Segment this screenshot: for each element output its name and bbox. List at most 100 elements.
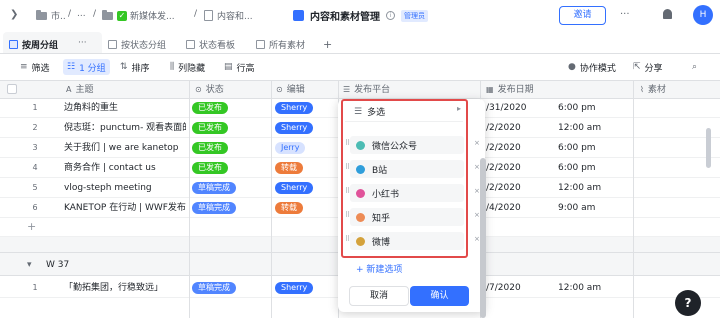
search-icon[interactable]: ⌕: [692, 59, 701, 75]
folder-icon: [102, 9, 113, 20]
time-cell[interactable]: 12:00 am: [558, 119, 601, 137]
editor-cell[interactable]: Sherry: [275, 179, 314, 197]
title-cell[interactable]: 倪志珽：punctum- 观看表面的同: [64, 119, 186, 137]
date-cell[interactable]: /31/2020: [486, 99, 526, 117]
column-header-platform[interactable]: ☰ 发布平台: [343, 81, 390, 99]
status-cell[interactable]: 已发布: [192, 159, 228, 177]
title-cell[interactable]: 商务合作 | contact us: [64, 159, 186, 177]
date-cell[interactable]: /7/2020: [486, 279, 521, 297]
column-header-date[interactable]: ▦ 发布日期: [486, 81, 534, 99]
new-option-button[interactable]: + 新建选项: [356, 262, 402, 275]
toolbar: ≡ 筛选 ☷ 1 分组 ⇅ 排序 ⫼ 列隐藏 ▤ 行高 ● 协作模式 ⇱ 分享 …: [0, 56, 720, 78]
editor-badge: Sherry: [275, 181, 314, 194]
breadcrumb-item[interactable]: ✓ 新媒体发...: [102, 9, 175, 22]
bell-icon[interactable]: [663, 9, 672, 19]
top-bar: ❯ 市.. / ... / ✓ 新媒体发... / 内容和... 内容和素材管理…: [0, 0, 720, 30]
remove-option-icon[interactable]: ×: [474, 211, 480, 219]
avatar[interactable]: H: [693, 5, 713, 25]
time-cell[interactable]: 6:00 pm: [558, 159, 596, 177]
editor-badge: Jerry: [275, 141, 306, 154]
group-button[interactable]: ☷ 1 分组: [63, 59, 110, 75]
time-cell[interactable]: 6:00 pm: [558, 139, 596, 157]
remove-option-icon[interactable]: ×: [474, 163, 480, 171]
hide-columns-icon: ⫼: [170, 62, 175, 72]
date-cell[interactable]: /2/2020: [486, 139, 521, 157]
select-all-checkbox[interactable]: [7, 84, 17, 94]
help-icon[interactable]: ?: [675, 290, 701, 316]
column-header-editor[interactable]: ⊙ 编辑: [276, 81, 305, 99]
share-icon: ⇱: [633, 62, 641, 72]
status-cell[interactable]: 已发布: [192, 99, 228, 117]
date-cell[interactable]: /2/2020: [486, 119, 521, 137]
title-cell[interactable]: 边角料的重生: [64, 99, 186, 117]
tab-weekly-group[interactable]: 按周分组: [9, 35, 58, 53]
calendar-icon: ▦: [486, 85, 494, 94]
editor-cell[interactable]: 转载: [275, 199, 303, 217]
kanban-icon: [186, 39, 195, 49]
editor-cell[interactable]: Sherry: [275, 99, 314, 117]
more-icon[interactable]: ···: [620, 9, 630, 20]
confirm-button[interactable]: 确认: [410, 286, 469, 306]
status-cell[interactable]: 草稿完成: [192, 199, 236, 217]
row-number: 5: [32, 183, 38, 192]
breadcrumb-item[interactable]: 内容和...: [204, 9, 253, 22]
editor-badge: Sherry: [275, 281, 314, 294]
hide-columns-button[interactable]: ⫼ 列隐藏: [170, 59, 205, 75]
collapse-icon[interactable]: ▾: [27, 256, 32, 274]
status-cell[interactable]: 草稿完成: [192, 179, 236, 197]
info-icon[interactable]: i: [386, 11, 395, 20]
attachment-icon: ⌇: [640, 85, 644, 94]
status-cell[interactable]: 已发布: [192, 119, 228, 137]
scrollbar[interactable]: [706, 128, 711, 168]
editor-badge: Sherry: [275, 121, 314, 134]
tab-more-icon[interactable]: ···: [78, 34, 87, 52]
editor-badge: 转载: [275, 161, 303, 174]
date-cell[interactable]: /2/2020: [486, 159, 521, 177]
time-cell[interactable]: 9:00 am: [558, 199, 595, 217]
filter-icon: ≡: [20, 62, 28, 72]
status-cell[interactable]: 已发布: [192, 139, 228, 157]
column-header-status[interactable]: ⊙ 状态: [195, 81, 224, 99]
remove-option-icon[interactable]: ×: [474, 139, 480, 147]
breadcrumb-item[interactable]: 市..: [36, 9, 66, 22]
editor-cell[interactable]: 转载: [275, 159, 303, 177]
column-header-title[interactable]: A 主题: [66, 81, 94, 99]
date-cell[interactable]: /2/2020: [486, 179, 521, 197]
invite-button[interactable]: 邀请: [559, 6, 606, 25]
editor-cell[interactable]: Sherry: [275, 279, 314, 297]
row-number: 3: [32, 143, 38, 152]
scrollbar[interactable]: [480, 158, 486, 318]
select-icon: ⊙: [276, 85, 283, 94]
status-badge: 已发布: [192, 161, 228, 174]
sort-button[interactable]: ⇅ 排序: [120, 59, 150, 75]
row-height-button[interactable]: ▤ 行高: [224, 59, 255, 75]
date-cell[interactable]: /4/2020: [486, 199, 521, 217]
status-cell[interactable]: 草稿完成: [192, 279, 236, 297]
folder-icon: [36, 9, 47, 20]
title-cell[interactable]: 关于我们 | we are kanetop: [64, 139, 186, 157]
sort-icon: ⇅: [120, 62, 128, 72]
title-cell[interactable]: 「勤拓集团，行稳致远」: [64, 279, 163, 297]
tab-status-board[interactable]: 状态看板: [186, 35, 235, 53]
expand-sidebar-icon[interactable]: ❯: [10, 9, 18, 20]
remove-option-icon[interactable]: ×: [474, 187, 480, 195]
remove-option-icon[interactable]: ×: [474, 235, 480, 243]
editor-cell[interactable]: Jerry: [275, 139, 306, 157]
document-icon: [204, 10, 213, 21]
time-cell[interactable]: 12:00 am: [558, 179, 601, 197]
tab-all-assets[interactable]: 所有素材: [256, 35, 305, 53]
filter-button[interactable]: ≡ 筛选: [20, 59, 50, 75]
column-header-assets[interactable]: ⌇ 素材: [640, 81, 666, 99]
share-button[interactable]: ⇱ 分享: [633, 59, 663, 75]
time-cell[interactable]: 12:00 am: [558, 279, 601, 297]
title-cell[interactable]: KANETOP 在行动 | WWF发布号: [64, 199, 186, 217]
title-cell[interactable]: vlog-steph meeting: [64, 179, 186, 197]
editor-cell[interactable]: Sherry: [275, 119, 314, 137]
tab-status-group[interactable]: 按状态分组: [108, 35, 166, 53]
time-cell[interactable]: 6:00 pm: [558, 99, 596, 117]
collab-mode-button[interactable]: ● 协作模式: [568, 59, 616, 75]
breadcrumb-item[interactable]: ...: [77, 9, 86, 19]
cancel-button[interactable]: 取消: [349, 286, 409, 306]
admin-badge: 管理员: [401, 9, 428, 22]
add-view-icon[interactable]: +: [323, 35, 332, 53]
